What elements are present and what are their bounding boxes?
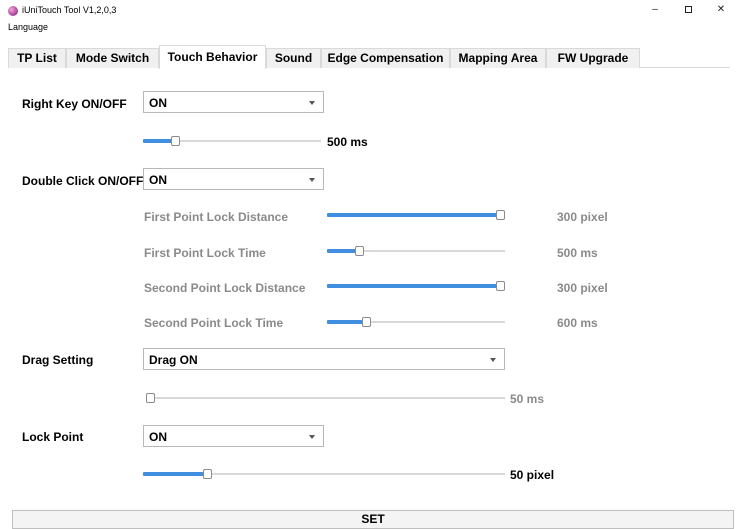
tab-tp-list[interactable]: TP List: [8, 48, 66, 68]
second-point-lock-time-label: Second Point Lock Time: [144, 316, 284, 330]
tab-mode-switch[interactable]: Mode Switch: [66, 48, 159, 68]
lock-point-select[interactable]: ON: [143, 425, 324, 447]
right-key-label: Right Key ON/OFF: [22, 97, 127, 111]
window-title: iUniTouch Tool V1,2,0,3: [22, 5, 117, 15]
maximize-button[interactable]: [673, 2, 703, 18]
chevron-down-icon: [490, 358, 496, 362]
tab-edge-compensation[interactable]: Edge Compensation: [321, 48, 450, 68]
lock-point-value: 50 pixel: [510, 468, 555, 482]
slider-track: [147, 397, 505, 399]
second-point-lock-distance-value: 300 pixel: [557, 281, 608, 295]
first-point-lock-time-label: First Point Lock Time: [144, 246, 266, 260]
slider-thumb[interactable]: [203, 469, 212, 479]
tab-sound[interactable]: Sound: [266, 48, 321, 68]
restore-icon: [684, 5, 692, 13]
tab-touch-behavior[interactable]: Touch Behavior: [159, 45, 266, 69]
app-icon: [8, 6, 18, 16]
right-key-slider[interactable]: [143, 136, 321, 146]
drag-setting-select[interactable]: Drag ON: [143, 348, 505, 370]
tab-fw-upgrade[interactable]: FW Upgrade: [546, 48, 640, 68]
drag-value: 50 ms: [510, 392, 545, 406]
second-point-lock-time-value: 600 ms: [557, 316, 598, 330]
second-point-lock-distance-slider[interactable]: [327, 281, 505, 291]
slider-thumb[interactable]: [146, 393, 155, 403]
slider-thumb[interactable]: [362, 317, 371, 327]
lock-point-slider[interactable]: [143, 469, 505, 479]
slider-fill: [143, 472, 207, 476]
slider-fill: [327, 284, 502, 288]
tab-mapping-area[interactable]: Mapping Area: [450, 48, 546, 68]
first-point-lock-distance-slider[interactable]: [327, 210, 505, 220]
chevron-down-icon: [309, 435, 315, 439]
chevron-down-icon: [309, 101, 315, 105]
close-button[interactable]: ✕: [706, 2, 736, 18]
title-bar: iUniTouch Tool V1,2,0,3 – ✕: [0, 0, 738, 21]
set-button[interactable]: SET: [12, 510, 734, 529]
slider-thumb[interactable]: [496, 281, 505, 291]
double-click-label: Double Click ON/OFF: [22, 174, 144, 188]
second-point-lock-time-slider[interactable]: [327, 317, 505, 327]
second-point-lock-distance-label: Second Point Lock Distance: [144, 281, 306, 295]
slider-thumb[interactable]: [355, 246, 364, 256]
slider-thumb[interactable]: [171, 136, 180, 146]
double-click-selected: ON: [149, 173, 167, 187]
menu-bar: Language: [0, 21, 738, 35]
first-point-lock-time-value: 500 ms: [557, 246, 598, 260]
lock-point-label: Lock Point: [22, 430, 84, 444]
first-point-lock-time-slider[interactable]: [327, 246, 505, 256]
right-key-selected: ON: [149, 96, 167, 110]
chevron-down-icon: [309, 178, 315, 182]
double-click-select[interactable]: ON: [143, 168, 324, 190]
tab-bar: TP List Mode Switch Touch Behavior Sound…: [8, 45, 730, 69]
slider-fill: [327, 320, 366, 324]
first-point-lock-distance-label: First Point Lock Distance: [144, 210, 289, 224]
first-point-lock-distance-value: 300 pixel: [557, 210, 608, 224]
drag-setting-label: Drag Setting: [22, 353, 94, 367]
drag-slider[interactable]: [146, 393, 505, 403]
lock-point-selected: ON: [149, 430, 167, 444]
drag-setting-selected: Drag ON: [149, 353, 198, 367]
right-key-select[interactable]: ON: [143, 91, 324, 113]
menu-language[interactable]: Language: [8, 22, 48, 32]
right-key-value: 500 ms: [327, 135, 368, 149]
slider-fill: [327, 213, 502, 217]
slider-thumb[interactable]: [496, 210, 505, 220]
minimize-button[interactable]: –: [640, 2, 670, 18]
